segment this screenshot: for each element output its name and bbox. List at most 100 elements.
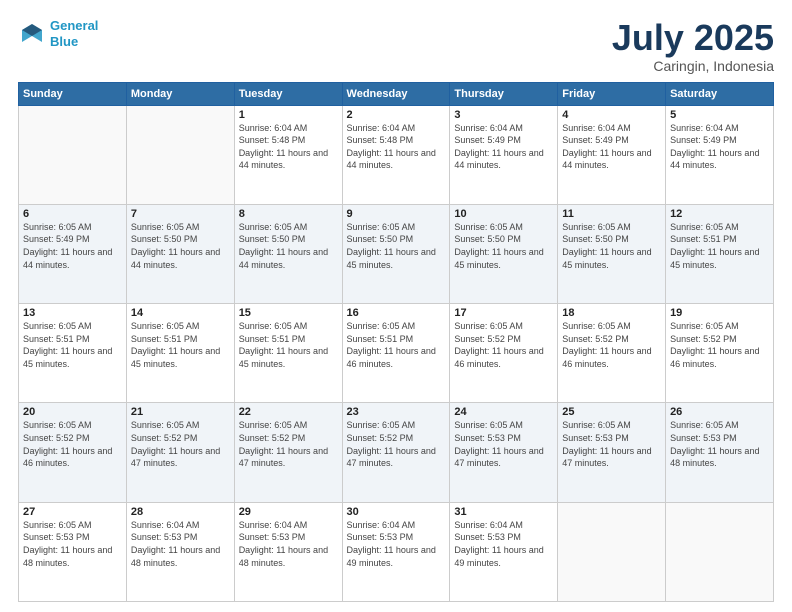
weekday-header-thursday: Thursday (450, 82, 558, 105)
day-info: Sunrise: 6:05 AM Sunset: 5:51 PM Dayligh… (239, 320, 338, 370)
day-info: Sunrise: 6:05 AM Sunset: 5:53 PM Dayligh… (670, 419, 769, 469)
day-number: 23 (347, 406, 446, 418)
logo-text: General Blue (50, 18, 98, 49)
day-number: 1 (239, 109, 338, 121)
calendar-week-row: 20Sunrise: 6:05 AM Sunset: 5:52 PM Dayli… (19, 403, 774, 502)
day-number: 20 (23, 406, 122, 418)
day-info: Sunrise: 6:05 AM Sunset: 5:52 PM Dayligh… (670, 320, 769, 370)
weekday-header-tuesday: Tuesday (234, 82, 342, 105)
logo-line1: General (50, 18, 98, 33)
calendar-cell: 8Sunrise: 6:05 AM Sunset: 5:50 PM Daylig… (234, 204, 342, 303)
day-number: 22 (239, 406, 338, 418)
calendar-cell: 31Sunrise: 6:04 AM Sunset: 5:53 PM Dayli… (450, 502, 558, 601)
month-title: July 2025 (612, 18, 774, 58)
calendar-cell: 24Sunrise: 6:05 AM Sunset: 5:53 PM Dayli… (450, 403, 558, 502)
day-info: Sunrise: 6:05 AM Sunset: 5:52 PM Dayligh… (562, 320, 661, 370)
calendar-cell: 16Sunrise: 6:05 AM Sunset: 5:51 PM Dayli… (342, 304, 450, 403)
day-info: Sunrise: 6:04 AM Sunset: 5:53 PM Dayligh… (454, 519, 553, 569)
day-number: 31 (454, 506, 553, 518)
calendar-cell: 30Sunrise: 6:04 AM Sunset: 5:53 PM Dayli… (342, 502, 450, 601)
day-info: Sunrise: 6:05 AM Sunset: 5:52 PM Dayligh… (347, 419, 446, 469)
weekday-header-monday: Monday (126, 82, 234, 105)
day-number: 19 (670, 307, 769, 319)
day-info: Sunrise: 6:04 AM Sunset: 5:48 PM Dayligh… (239, 122, 338, 172)
day-number: 25 (562, 406, 661, 418)
day-number: 9 (347, 208, 446, 220)
day-number: 12 (670, 208, 769, 220)
day-info: Sunrise: 6:04 AM Sunset: 5:53 PM Dayligh… (347, 519, 446, 569)
day-number: 16 (347, 307, 446, 319)
calendar-cell (19, 105, 127, 204)
day-info: Sunrise: 6:05 AM Sunset: 5:49 PM Dayligh… (23, 221, 122, 271)
day-info: Sunrise: 6:05 AM Sunset: 5:50 PM Dayligh… (239, 221, 338, 271)
calendar-week-row: 1Sunrise: 6:04 AM Sunset: 5:48 PM Daylig… (19, 105, 774, 204)
logo-icon (18, 20, 46, 48)
page: General Blue July 2025 Caringin, Indones… (0, 0, 792, 612)
day-number: 21 (131, 406, 230, 418)
day-number: 3 (454, 109, 553, 121)
logo: General Blue (18, 18, 98, 49)
calendar-cell: 9Sunrise: 6:05 AM Sunset: 5:50 PM Daylig… (342, 204, 450, 303)
day-info: Sunrise: 6:05 AM Sunset: 5:52 PM Dayligh… (131, 419, 230, 469)
calendar-cell: 7Sunrise: 6:05 AM Sunset: 5:50 PM Daylig… (126, 204, 234, 303)
day-number: 5 (670, 109, 769, 121)
calendar-cell: 19Sunrise: 6:05 AM Sunset: 5:52 PM Dayli… (666, 304, 774, 403)
title-area: July 2025 Caringin, Indonesia (612, 18, 774, 74)
calendar-cell: 2Sunrise: 6:04 AM Sunset: 5:48 PM Daylig… (342, 105, 450, 204)
calendar-cell: 27Sunrise: 6:05 AM Sunset: 5:53 PM Dayli… (19, 502, 127, 601)
day-info: Sunrise: 6:05 AM Sunset: 5:51 PM Dayligh… (131, 320, 230, 370)
calendar-cell (666, 502, 774, 601)
calendar-cell: 25Sunrise: 6:05 AM Sunset: 5:53 PM Dayli… (558, 403, 666, 502)
calendar-body: 1Sunrise: 6:04 AM Sunset: 5:48 PM Daylig… (19, 105, 774, 601)
calendar-cell: 28Sunrise: 6:04 AM Sunset: 5:53 PM Dayli… (126, 502, 234, 601)
day-info: Sunrise: 6:04 AM Sunset: 5:49 PM Dayligh… (670, 122, 769, 172)
calendar-cell: 18Sunrise: 6:05 AM Sunset: 5:52 PM Dayli… (558, 304, 666, 403)
calendar-cell: 26Sunrise: 6:05 AM Sunset: 5:53 PM Dayli… (666, 403, 774, 502)
day-info: Sunrise: 6:04 AM Sunset: 5:49 PM Dayligh… (454, 122, 553, 172)
calendar-week-row: 27Sunrise: 6:05 AM Sunset: 5:53 PM Dayli… (19, 502, 774, 601)
day-number: 18 (562, 307, 661, 319)
day-number: 13 (23, 307, 122, 319)
day-info: Sunrise: 6:04 AM Sunset: 5:49 PM Dayligh… (562, 122, 661, 172)
day-number: 8 (239, 208, 338, 220)
calendar-cell: 6Sunrise: 6:05 AM Sunset: 5:49 PM Daylig… (19, 204, 127, 303)
weekday-header-sunday: Sunday (19, 82, 127, 105)
day-number: 24 (454, 406, 553, 418)
day-info: Sunrise: 6:05 AM Sunset: 5:51 PM Dayligh… (23, 320, 122, 370)
day-number: 10 (454, 208, 553, 220)
day-info: Sunrise: 6:05 AM Sunset: 5:51 PM Dayligh… (670, 221, 769, 271)
day-info: Sunrise: 6:05 AM Sunset: 5:52 PM Dayligh… (239, 419, 338, 469)
day-info: Sunrise: 6:05 AM Sunset: 5:52 PM Dayligh… (454, 320, 553, 370)
day-info: Sunrise: 6:04 AM Sunset: 5:53 PM Dayligh… (239, 519, 338, 569)
weekday-header-wednesday: Wednesday (342, 82, 450, 105)
day-info: Sunrise: 6:05 AM Sunset: 5:50 PM Dayligh… (562, 221, 661, 271)
day-info: Sunrise: 6:05 AM Sunset: 5:53 PM Dayligh… (23, 519, 122, 569)
calendar-cell: 29Sunrise: 6:04 AM Sunset: 5:53 PM Dayli… (234, 502, 342, 601)
day-number: 11 (562, 208, 661, 220)
calendar-cell: 15Sunrise: 6:05 AM Sunset: 5:51 PM Dayli… (234, 304, 342, 403)
calendar-cell: 14Sunrise: 6:05 AM Sunset: 5:51 PM Dayli… (126, 304, 234, 403)
day-info: Sunrise: 6:05 AM Sunset: 5:51 PM Dayligh… (347, 320, 446, 370)
calendar-cell: 13Sunrise: 6:05 AM Sunset: 5:51 PM Dayli… (19, 304, 127, 403)
day-info: Sunrise: 6:05 AM Sunset: 5:53 PM Dayligh… (454, 419, 553, 469)
weekday-header-row: SundayMondayTuesdayWednesdayThursdayFrid… (19, 82, 774, 105)
day-info: Sunrise: 6:05 AM Sunset: 5:50 PM Dayligh… (131, 221, 230, 271)
location-title: Caringin, Indonesia (612, 58, 774, 74)
calendar-cell (126, 105, 234, 204)
calendar-table: SundayMondayTuesdayWednesdayThursdayFrid… (18, 82, 774, 602)
calendar-cell: 21Sunrise: 6:05 AM Sunset: 5:52 PM Dayli… (126, 403, 234, 502)
logo-line2: Blue (50, 34, 78, 49)
day-info: Sunrise: 6:04 AM Sunset: 5:48 PM Dayligh… (347, 122, 446, 172)
calendar-cell: 17Sunrise: 6:05 AM Sunset: 5:52 PM Dayli… (450, 304, 558, 403)
calendar-cell: 10Sunrise: 6:05 AM Sunset: 5:50 PM Dayli… (450, 204, 558, 303)
day-number: 7 (131, 208, 230, 220)
day-info: Sunrise: 6:05 AM Sunset: 5:52 PM Dayligh… (23, 419, 122, 469)
day-number: 29 (239, 506, 338, 518)
day-number: 4 (562, 109, 661, 121)
calendar-cell: 1Sunrise: 6:04 AM Sunset: 5:48 PM Daylig… (234, 105, 342, 204)
day-info: Sunrise: 6:05 AM Sunset: 5:53 PM Dayligh… (562, 419, 661, 469)
calendar-cell: 5Sunrise: 6:04 AM Sunset: 5:49 PM Daylig… (666, 105, 774, 204)
calendar-cell: 12Sunrise: 6:05 AM Sunset: 5:51 PM Dayli… (666, 204, 774, 303)
day-number: 6 (23, 208, 122, 220)
day-number: 15 (239, 307, 338, 319)
